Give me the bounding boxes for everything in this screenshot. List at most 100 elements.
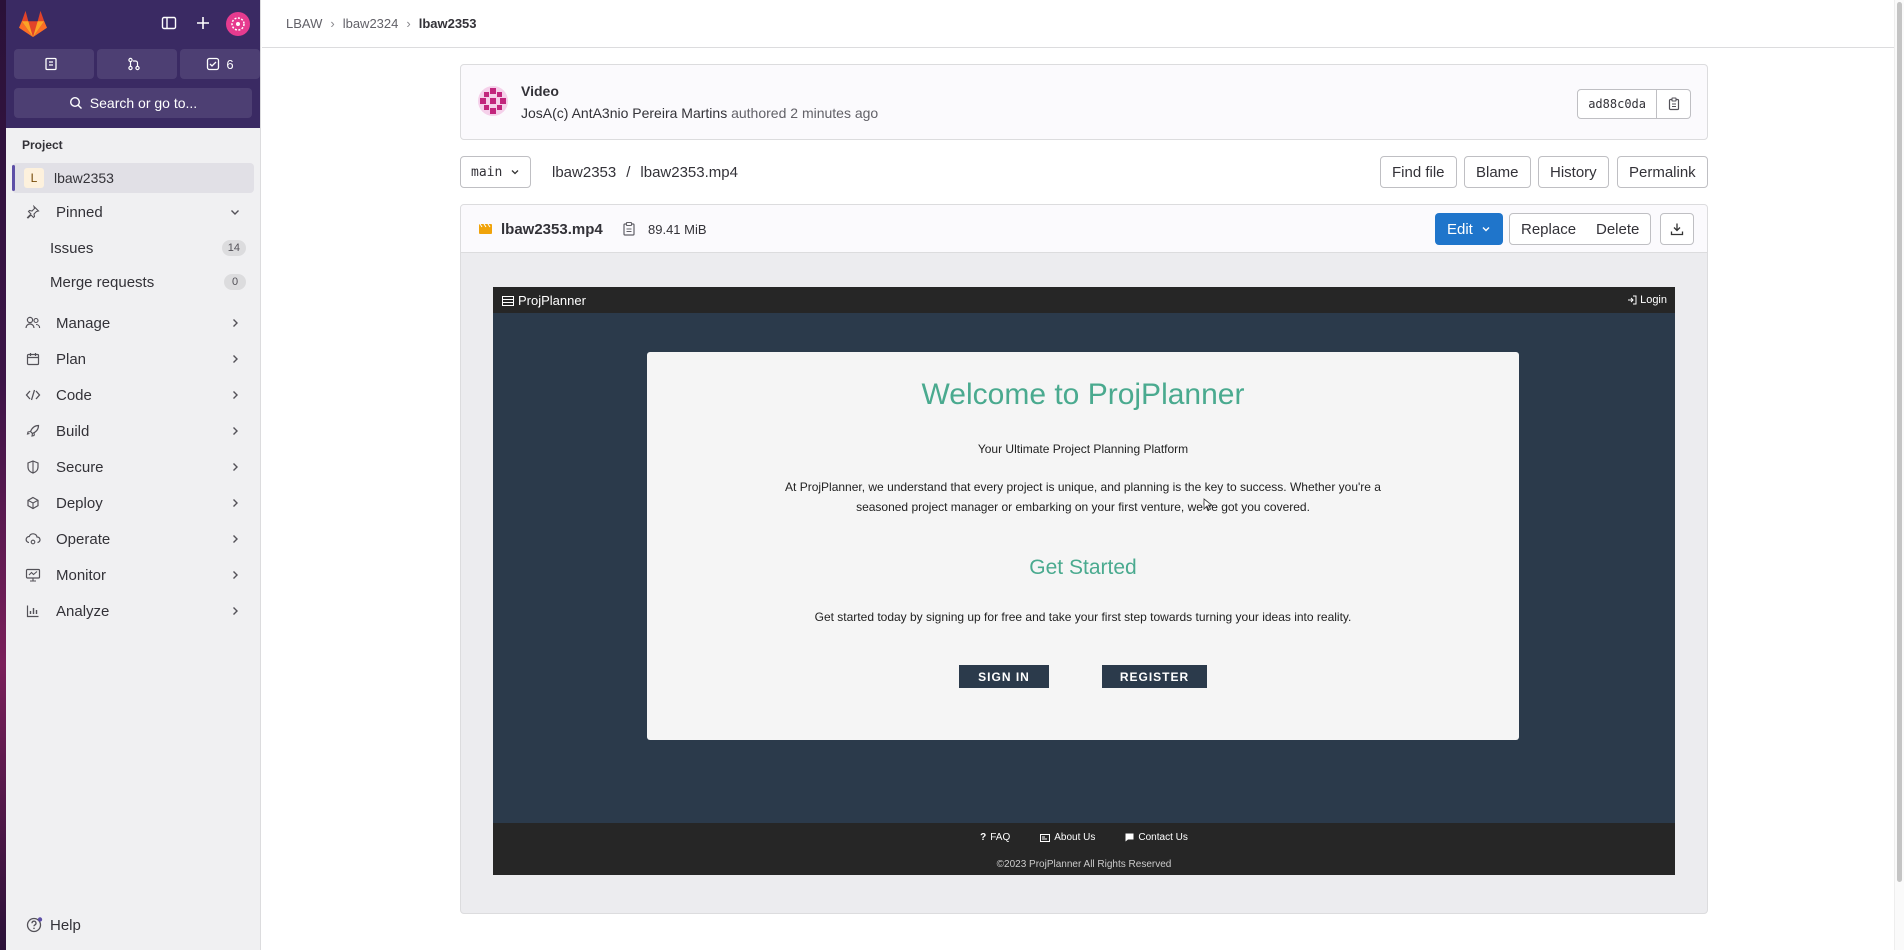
video-player[interactable]: ProjPlanner Login Welcome to ProjPlanner… — [493, 287, 1675, 875]
chevron-right-icon — [233, 463, 238, 471]
permalink-button[interactable]: Permalink — [1617, 156, 1708, 188]
path-root-link[interactable]: lbaw2353 — [552, 164, 616, 181]
breadcrumb: LBAW › lbaw2324 › lbaw2353 — [262, 0, 1904, 48]
chevron-down-icon — [1482, 227, 1490, 232]
breadcrumb-project[interactable]: lbaw2353 — [419, 16, 477, 31]
sidebar-item-label: Deploy — [56, 494, 103, 512]
branch-selector[interactable]: main — [460, 156, 532, 188]
delete-button[interactable]: Delete — [1585, 213, 1652, 245]
file-name: lbaw2353.mp4 — [501, 221, 603, 238]
commit-author[interactable]: JosA(c) AntA3nio Pereira Martins — [521, 105, 727, 121]
sidebar-project-link[interactable]: L lbaw2353 — [12, 163, 254, 193]
video-copyright: ©2023 ProjPlanner All Rights Reserved — [996, 859, 1172, 870]
id-card-icon — [1040, 833, 1051, 842]
sidebar-item-deploy[interactable]: Deploy — [12, 488, 254, 518]
video-footer-contact: Contact Us — [1125, 832, 1188, 843]
sidebar-item-pinned[interactable]: Pinned — [12, 197, 254, 227]
search-button[interactable]: Search or go to... — [14, 88, 252, 118]
history-button[interactable]: History — [1538, 156, 1609, 188]
scrollbar-thumb[interactable] — [1897, 2, 1902, 882]
file-header: lbaw2353.mp4 89.41 MiB Edit Replace Dele… — [461, 205, 1707, 253]
sidebar-item-operate[interactable]: Operate — [12, 524, 254, 554]
chevron-right-icon — [233, 535, 238, 543]
search-icon — [69, 96, 82, 109]
commit-sha[interactable]: ad88c0da — [1577, 89, 1657, 119]
find-file-button[interactable]: Find file — [1380, 156, 1457, 188]
file-viewer: lbaw2353.mp4 89.41 MiB Edit Replace Dele… — [460, 204, 1708, 914]
chevron-right-icon: › — [406, 16, 411, 31]
chevron-right-icon — [233, 427, 238, 435]
sidebar-item-code[interactable]: Code — [12, 380, 254, 410]
login-icon — [1628, 295, 1637, 305]
sidebar-item-label: Secure — [56, 458, 104, 476]
sidebar-item-build[interactable]: Build — [12, 416, 254, 446]
question-icon — [26, 917, 43, 933]
author-avatar[interactable] — [477, 85, 509, 117]
commit-title[interactable]: Video — [521, 83, 559, 99]
video-cta-text: Get started today by signing up for free… — [814, 610, 1352, 624]
copy-path-icon[interactable] — [621, 221, 637, 237]
plus-icon[interactable] — [192, 12, 214, 34]
video-footer: ? FAQ About Us Contact Us ©2023 ProjPlann… — [493, 823, 1675, 875]
user-avatar[interactable] — [226, 12, 250, 36]
video-footer-about: About Us — [1040, 832, 1095, 843]
video-footer-links: ? FAQ About Us Contact Us — [493, 832, 1675, 843]
sidebar-item-plan[interactable]: Plan — [12, 344, 254, 374]
chevron-right-icon — [233, 499, 238, 507]
video-navbar: ProjPlanner Login — [493, 287, 1675, 313]
count-badge: 0 — [224, 274, 246, 290]
replace-button[interactable]: Replace — [1509, 213, 1589, 245]
video-welcome-card: Welcome to ProjPlanner Your Ultimate Pro… — [647, 352, 1519, 740]
chevron-right-icon — [233, 607, 238, 615]
file-navigation: main lbaw2353 / lbaw2353.mp4 Find file Bla… — [460, 156, 1708, 188]
breadcrumb-subgroup[interactable]: lbaw2324 — [343, 16, 399, 31]
edit-button[interactable]: Edit — [1435, 213, 1503, 245]
file-path: lbaw2353 / lbaw2353.mp4 — [552, 164, 738, 181]
sidebar-item-label: Pinned — [56, 203, 103, 221]
sidebar-item-label: Build — [56, 422, 90, 440]
sidebar-toggle-icon[interactable] — [158, 12, 180, 34]
page-scrollbar[interactable] — [1894, 0, 1904, 950]
active-indicator — [12, 165, 15, 191]
merge-requests-counter-button[interactable] — [97, 49, 177, 79]
mouse-cursor-icon — [1203, 498, 1213, 511]
chevron-right-icon — [233, 571, 238, 579]
shield-icon — [24, 458, 42, 476]
sidebar-item-issues[interactable]: Issues 14 — [50, 234, 254, 262]
breadcrumb-group[interactable]: LBAW — [286, 16, 322, 31]
commit-action: authored — [731, 105, 787, 121]
last-commit-panel: Video JosA(c) AntA3nio Pereira Martins a… — [460, 64, 1708, 140]
sidebar-item-manage[interactable]: Manage — [12, 308, 254, 338]
project-name: lbaw2353 — [54, 170, 114, 186]
sidebar-item-merge-requests[interactable]: Merge requests 0 — [50, 268, 254, 296]
planning-icon — [24, 350, 42, 368]
todo-counter-button[interactable]: 6 — [180, 49, 260, 79]
question-icon: ? — [980, 832, 987, 843]
copy-sha-button[interactable] — [1657, 89, 1691, 119]
sidebar-item-label: Plan — [56, 350, 87, 368]
gitlab-logo-icon[interactable] — [18, 10, 48, 38]
help-button[interactable]: Help — [26, 916, 81, 934]
video-sign-in-button: SIGN IN — [959, 665, 1049, 688]
path-file-link[interactable]: lbaw2353.mp4 — [640, 164, 738, 181]
download-icon — [1670, 223, 1684, 236]
video-subtitle: Get Started — [1029, 556, 1137, 579]
sidebar-item-analyze[interactable]: Analyze — [12, 596, 254, 626]
issues-counter-button[interactable] — [14, 49, 94, 79]
merge-request-icon — [128, 57, 140, 71]
code-icon — [24, 386, 42, 404]
chevron-right-icon — [233, 319, 238, 327]
download-button[interactable] — [1660, 213, 1694, 245]
video-register-button: REGISTER — [1102, 665, 1207, 688]
rocket-icon — [24, 422, 42, 440]
sidebar-item-secure[interactable]: Secure — [12, 452, 254, 482]
blame-button[interactable]: Blame — [1464, 156, 1531, 188]
sidebar-section-title: Project — [22, 138, 63, 152]
video-tagline: Your Ultimate Project Planning Platform — [977, 442, 1189, 456]
chart-icon — [24, 602, 42, 620]
deployments-icon — [24, 494, 42, 512]
chevron-right-icon — [233, 391, 238, 399]
count-badge: 14 — [221, 240, 246, 256]
sidebar-item-label: Issues — [50, 239, 94, 257]
sidebar-item-monitor[interactable]: Monitor — [12, 560, 254, 590]
